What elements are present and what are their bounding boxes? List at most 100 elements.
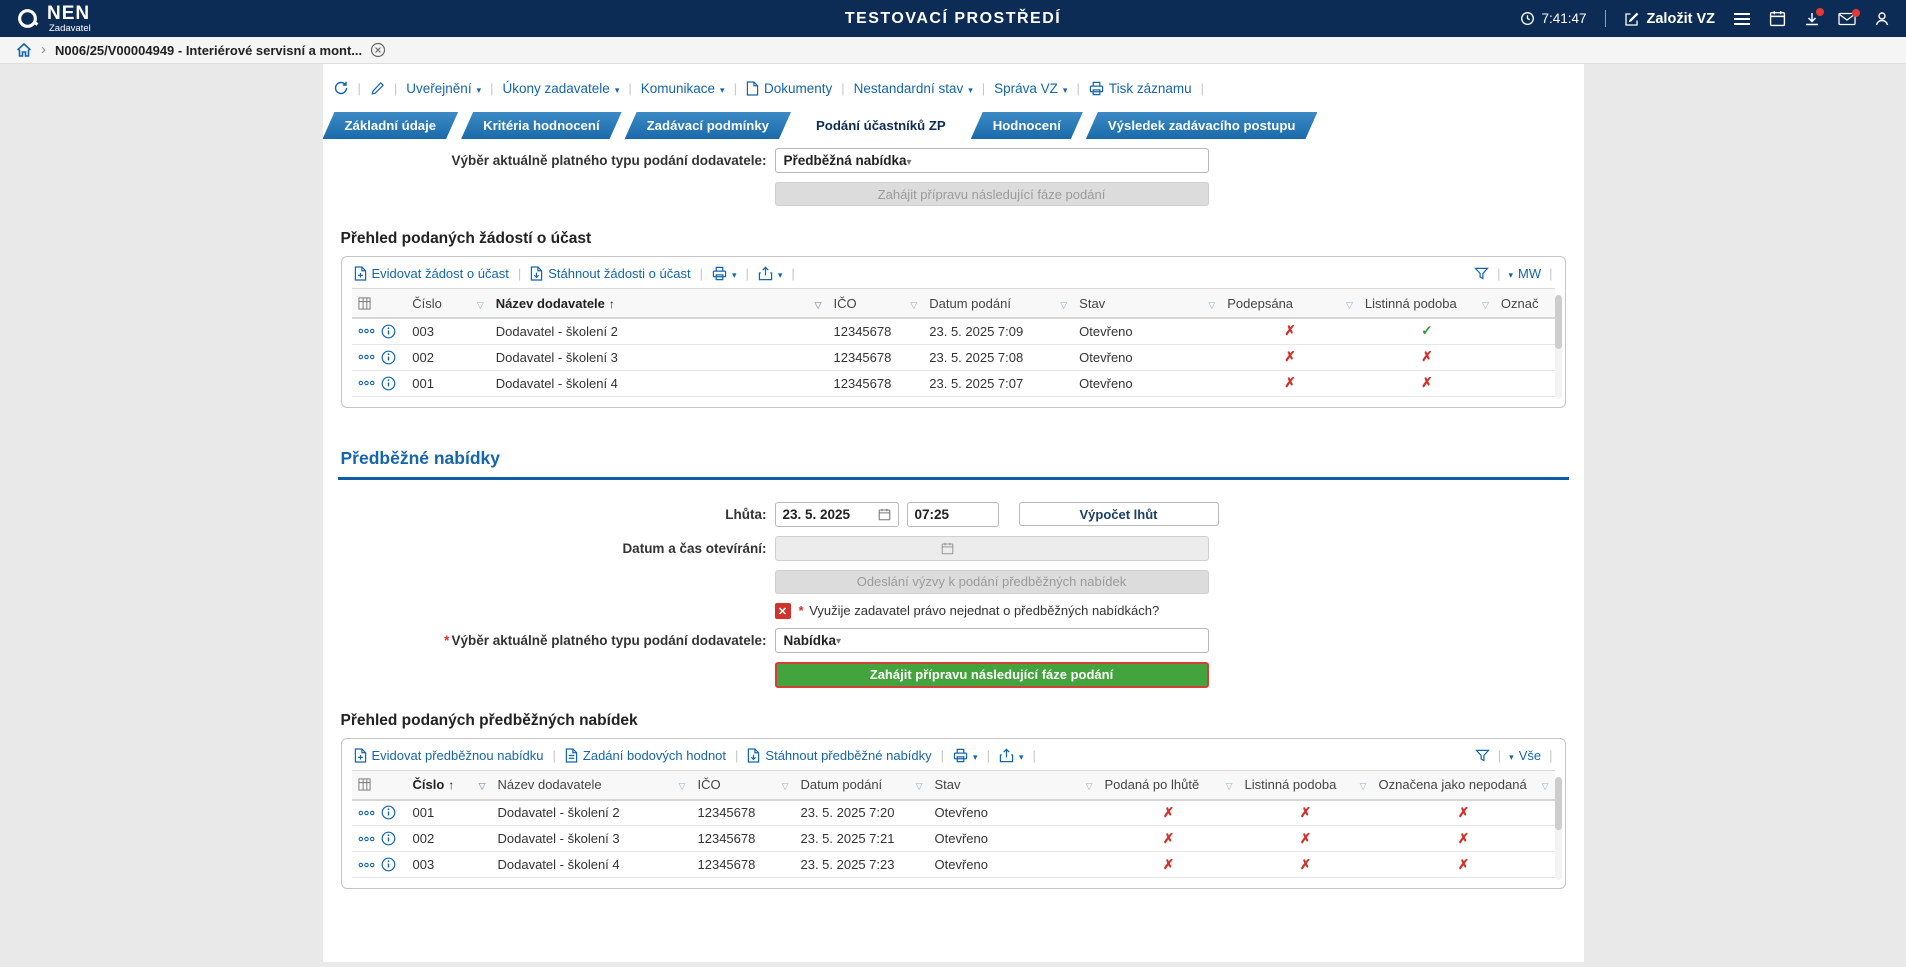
history-button[interactable]	[333, 80, 349, 96]
row-info-button[interactable]	[381, 350, 396, 365]
table-row[interactable]: 003 Dodavatel - školení 2 12345678 23. 5…	[352, 318, 1555, 344]
row-more-button[interactable]	[358, 380, 375, 386]
row-info-button[interactable]	[381, 324, 396, 339]
toolbar-menu-dokumenty[interactable]: Dokumenty	[746, 81, 832, 96]
column-filter-icon[interactable]	[477, 296, 484, 311]
column-header-nazev-dodavatele[interactable]: Název dodavatele	[490, 289, 828, 318]
row-info-button[interactable]	[381, 805, 396, 820]
row-info-button[interactable]	[381, 376, 396, 391]
column-filter-icon[interactable]	[1060, 296, 1067, 311]
toolbar-menu-uverejneni[interactable]: Uveřejnění	[406, 81, 481, 96]
toolbar-menu-ukony-zadavatele[interactable]: Úkony zadavatele	[503, 81, 620, 96]
column-filter-icon[interactable]	[1360, 777, 1367, 792]
column-filter-icon[interactable]	[1542, 777, 1549, 792]
row-info-button[interactable]	[381, 857, 396, 872]
column-settings-header[interactable]	[352, 289, 407, 318]
table-row[interactable]: 002 Dodavatel - školení 3 12345678 23. 5…	[352, 826, 1555, 852]
column-header-nazev-dodavatele[interactable]: Název dodavatele	[492, 771, 692, 800]
downloads-button[interactable]	[1804, 11, 1820, 27]
tab-podani-ucastniku-zp[interactable]: Podání účastníků ZP	[794, 112, 968, 139]
column-settings-header[interactable]	[352, 771, 407, 800]
table-scrollbar[interactable]	[1555, 295, 1562, 399]
table-row[interactable]: 001 Dodavatel - školení 4 12345678 23. 5…	[352, 370, 1555, 396]
table-row[interactable]: 002 Dodavatel - školení 3 12345678 23. 5…	[352, 344, 1555, 370]
deadline-date-input[interactable]: 23. 5. 2025	[775, 502, 899, 527]
scrollbar-thumb[interactable]	[1555, 295, 1562, 349]
calendar-icon[interactable]	[878, 508, 891, 521]
enter-points-action[interactable]: Zadání bodových hodnot	[565, 748, 726, 763]
submission-type-select[interactable]: Předběžná nabídka	[775, 148, 1209, 173]
column-filter-icon[interactable]	[916, 777, 923, 792]
column-header-cislo[interactable]: Číslo	[407, 771, 492, 800]
column-filter-icon[interactable]	[1086, 777, 1093, 792]
table-row[interactable]: 001 Dodavatel - školení 2 12345678 23. 5…	[352, 800, 1555, 826]
toolbar-menu-komunikace[interactable]: Komunikace	[641, 81, 725, 96]
view-select[interactable]: MW	[1508, 266, 1541, 281]
column-filter-icon[interactable]	[910, 296, 917, 311]
checkbox-no-icon[interactable]	[775, 603, 791, 619]
column-header-oznacena-jako-nepodana[interactable]: Označena jako nepodaná	[1373, 771, 1555, 800]
toolbar-menu-sprava-vz[interactable]: Správa VZ	[994, 81, 1067, 96]
menu-button[interactable]	[1733, 12, 1751, 26]
download-requests-action[interactable]: Stáhnout žádosti o účast	[530, 266, 690, 281]
column-filter-icon[interactable]	[679, 777, 686, 792]
register-offer-action[interactable]: Evidovat předběžnou nabídku	[354, 748, 544, 763]
column-filter-icon[interactable]	[1208, 296, 1215, 311]
column-header-datum-podani[interactable]: Datum podání	[795, 771, 929, 800]
row-more-button[interactable]	[358, 354, 375, 360]
column-header-oznacena[interactable]: Označ	[1495, 289, 1555, 318]
column-filter-icon[interactable]	[1482, 296, 1489, 311]
view-select[interactable]: Vše	[1509, 748, 1541, 763]
row-more-button[interactable]	[358, 810, 375, 816]
row-more-button[interactable]	[358, 328, 375, 334]
print-table-action[interactable]	[712, 266, 737, 281]
column-header-datum-podani[interactable]: Datum podání	[923, 289, 1073, 318]
column-header-listinna-podoba[interactable]: Listinná podoba	[1239, 771, 1373, 800]
send-invitation-button-disabled[interactable]: Odeslání výzvy k podání předběžných nabí…	[775, 570, 1209, 594]
breadcrumb-record-tab[interactable]: N006/25/V00004949 - Interiérové servisní…	[55, 42, 386, 58]
column-header-listinna-podoba[interactable]: Listinná podoba	[1359, 289, 1495, 318]
export-table-action[interactable]	[999, 748, 1024, 763]
tab-zakladni-udaje[interactable]: Základní údaje	[323, 112, 459, 139]
tab-hodnoceni[interactable]: Hodnocení	[971, 112, 1083, 139]
offer-type-select[interactable]: Nabídka	[775, 628, 1209, 653]
filter-button[interactable]	[1474, 267, 1489, 280]
column-header-ico[interactable]: IČO	[692, 771, 795, 800]
tab-kriteria-hodnoceni[interactable]: Kritéria hodnocení	[461, 112, 622, 139]
home-button[interactable]	[16, 42, 32, 58]
download-offers-action[interactable]: Stáhnout předběžné nabídky	[747, 748, 931, 763]
table-scrollbar[interactable]	[1555, 777, 1562, 881]
row-more-button[interactable]	[358, 862, 375, 868]
column-header-ico[interactable]: IČO	[828, 289, 924, 318]
column-filter-icon[interactable]	[815, 296, 822, 311]
column-header-stav[interactable]: Stav	[929, 771, 1099, 800]
register-request-action[interactable]: Evidovat žádost o účast	[354, 266, 509, 281]
column-header-podepsana[interactable]: Podepsána	[1221, 289, 1359, 318]
column-filter-icon[interactable]	[782, 777, 789, 792]
deadline-time-input[interactable]: 07:25	[907, 502, 999, 527]
messages-button[interactable]	[1838, 12, 1856, 26]
column-filter-icon[interactable]	[479, 777, 486, 792]
column-header-podana-po-lhute[interactable]: Podaná po lhůtě	[1099, 771, 1239, 800]
toolbar-print-record[interactable]: Tisk záznamu	[1089, 81, 1192, 96]
filter-button[interactable]	[1475, 749, 1490, 762]
tab-zadavaci-podminky[interactable]: Zadávací podmínky	[625, 112, 791, 139]
toolbar-menu-nestandardni-stav[interactable]: Nestandardní stav	[854, 81, 973, 96]
row-info-button[interactable]	[381, 831, 396, 846]
column-filter-icon[interactable]	[1346, 296, 1353, 311]
deadline-calc-button[interactable]: Výpočet lhůt	[1019, 502, 1219, 526]
scrollbar-thumb[interactable]	[1555, 777, 1562, 831]
column-filter-icon[interactable]	[1226, 777, 1233, 792]
export-table-action[interactable]	[758, 266, 783, 281]
row-more-button[interactable]	[358, 836, 375, 842]
create-vz-button[interactable]: Založit VZ	[1624, 11, 1715, 27]
next-phase-button[interactable]: Zahájit přípravu následující fáze podání	[775, 662, 1209, 688]
column-header-stav[interactable]: Stav	[1073, 289, 1221, 318]
calendar-button[interactable]	[1769, 10, 1786, 27]
column-header-cislo[interactable]: Číslo	[406, 289, 490, 318]
edit-record-button[interactable]	[370, 81, 385, 96]
close-icon[interactable]	[370, 42, 386, 58]
next-phase-button-disabled[interactable]: Zahájit přípravu následující fáze podání	[775, 182, 1209, 206]
print-table-action[interactable]	[953, 748, 978, 763]
tab-vysledek-zadavaciho-postupu[interactable]: Výsledek zadávacího postupu	[1086, 112, 1318, 139]
